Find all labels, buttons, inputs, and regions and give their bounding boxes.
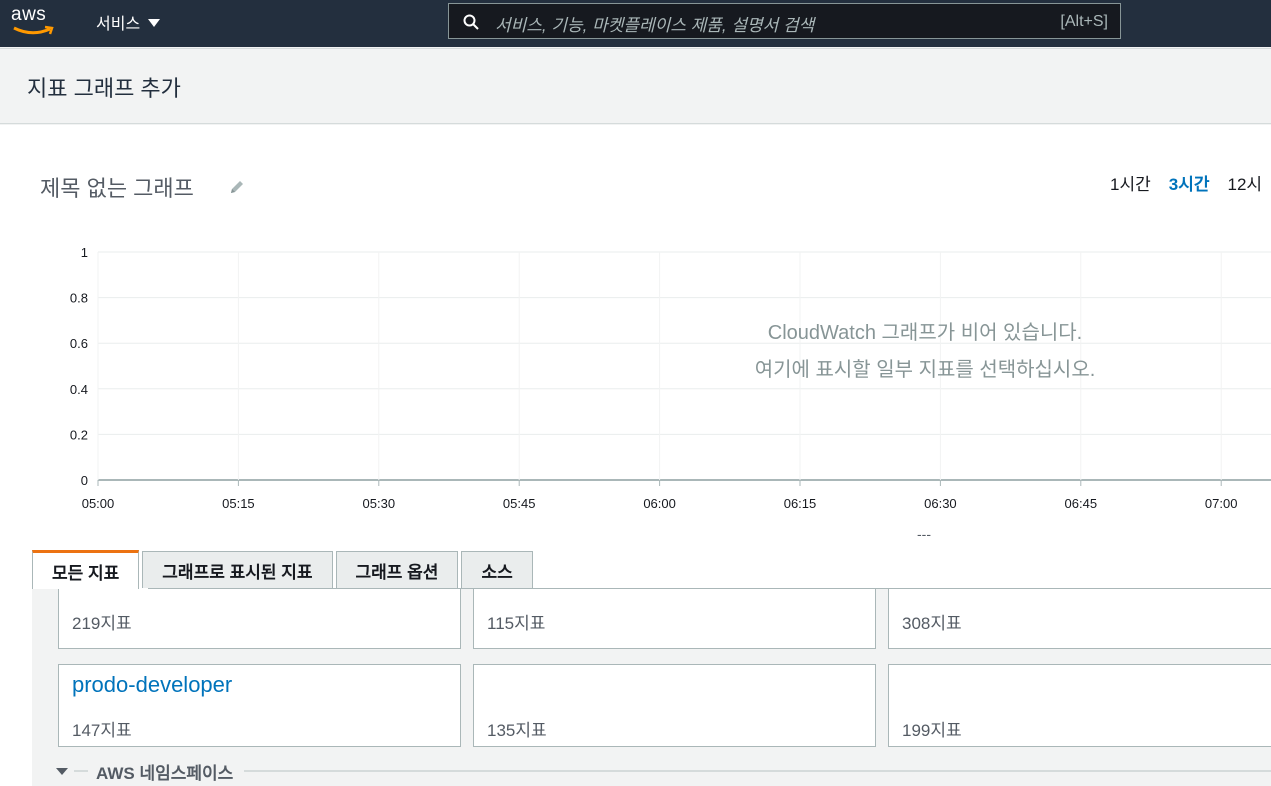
y-tick-label: 1 [81,245,88,260]
divider [244,770,1271,772]
y-tick-label: 0.4 [70,382,88,397]
y-tick-label: 0 [81,473,88,488]
x-tick-label: 06:30 [924,496,957,511]
metrics-browser-panel: 219지표 115지표 308지표 prodo-developer 147지표 … [32,589,1271,786]
main-content: 제목 없는 그래프 1시간 3시간 12시 0 0.2 0.4 0.6 0.8 1 05:0… [0,125,1271,786]
search-bar[interactable]: 서비스, 기능, 마켓플레이스 제품, 설명서 검색 [Alt+S] [448,3,1121,39]
metric-tabs: 모든 지표 그래프로 표시된 지표 그래프 옵션 소스 [32,550,533,590]
x-tick-label: 05:30 [363,496,396,511]
x-tick-label: 05:45 [503,496,536,511]
time-range-1h[interactable]: 1시간 [1110,170,1151,195]
empty-graph-message: CloudWatch 그래프가 비어 있습니다. 여기에 표시할 일부 지표를 … [700,315,1150,389]
x-tick-label: 06:15 [784,496,817,511]
page-title: 지표 그래프 추가 [27,76,181,101]
metric-count: 199지표 [902,721,962,740]
graph-title[interactable]: 제목 없는 그래프 [40,171,194,203]
namespace-label: AWS 네임스페이스 [96,764,234,783]
x-tick-label: 05:15 [222,496,255,511]
caret-down-icon [56,768,68,775]
x-tick-label: 06:45 [1065,496,1098,511]
metric-chart: 0 0.2 0.4 0.6 0.8 1 05:00 05:15 05:30 05:45 06:00 0… [70,245,1271,511]
metric-card[interactable]: 219지표 [58,589,461,649]
x-tick-label: 05:00 [82,496,115,511]
empty-message-line-1: CloudWatch 그래프가 비어 있습니다. [767,322,1083,344]
x-tick-label: 06:00 [643,496,676,511]
metric-count: 115지표 [487,614,546,633]
metric-count: 308지표 [902,614,962,633]
y-tick-label: 0.6 [70,336,88,351]
search-shortcut-hint: [Alt+S] [1060,13,1108,30]
time-range-12h[interactable]: 12시 [1228,170,1263,195]
services-label: 서비스 [96,16,141,33]
metric-card[interactable]: 308지표 [888,589,1271,649]
metric-card[interactable]: 199지표 [888,664,1271,747]
services-menu-button[interactable]: 서비스 [96,10,161,34]
y-tick-label: 0.8 [70,291,88,306]
time-range-selector: 1시간 3시간 12시 [1110,170,1262,195]
aws-logo-text: aws [11,4,47,25]
metric-card[interactable]: 115지표 [473,589,876,649]
pencil-icon[interactable] [229,179,245,195]
x-tick-label: 07:00 [1205,496,1238,511]
tab-graph-options[interactable]: 그래프 옵션 [335,551,459,588]
metric-count: 219지표 [72,614,132,633]
metric-count: 147지표 [72,721,132,740]
page-header: 지표 그래프 추가 [0,48,1271,124]
metric-card[interactable]: 135지표 [473,664,876,747]
caret-down-icon [148,19,161,27]
search-icon [463,14,479,30]
tab-graphed-metrics[interactable]: 그래프로 표시된 지표 [142,551,333,588]
tab-all-metrics[interactable]: 모든 지표 [32,550,140,589]
aws-smile-icon [13,25,54,35]
tab-source[interactable]: 소스 [461,551,533,588]
search-placeholder[interactable]: 서비스, 기능, 마켓플레이스 제품, 설명서 검색 [495,11,814,36]
divider [74,770,88,772]
metric-namespace-link[interactable]: prodo-developer [72,672,232,698]
y-tick-label: 0.2 [70,427,88,442]
aws-logo[interactable]: aws [11,4,55,38]
metric-count: 135지표 [487,721,547,740]
empty-message-line-2: 여기에 표시할 일부 지표를 선택하십시오. [754,359,1096,381]
top-navigation-bar: aws 서비스 서비스, 기능, 마켓플레이스 제품, 설명서 검색 [Alt+… [0,0,1271,47]
legend-placeholder: --- [917,526,931,542]
time-range-3h[interactable]: 3시간 [1169,170,1210,195]
metric-card[interactable]: prodo-developer 147지표 [58,664,461,747]
